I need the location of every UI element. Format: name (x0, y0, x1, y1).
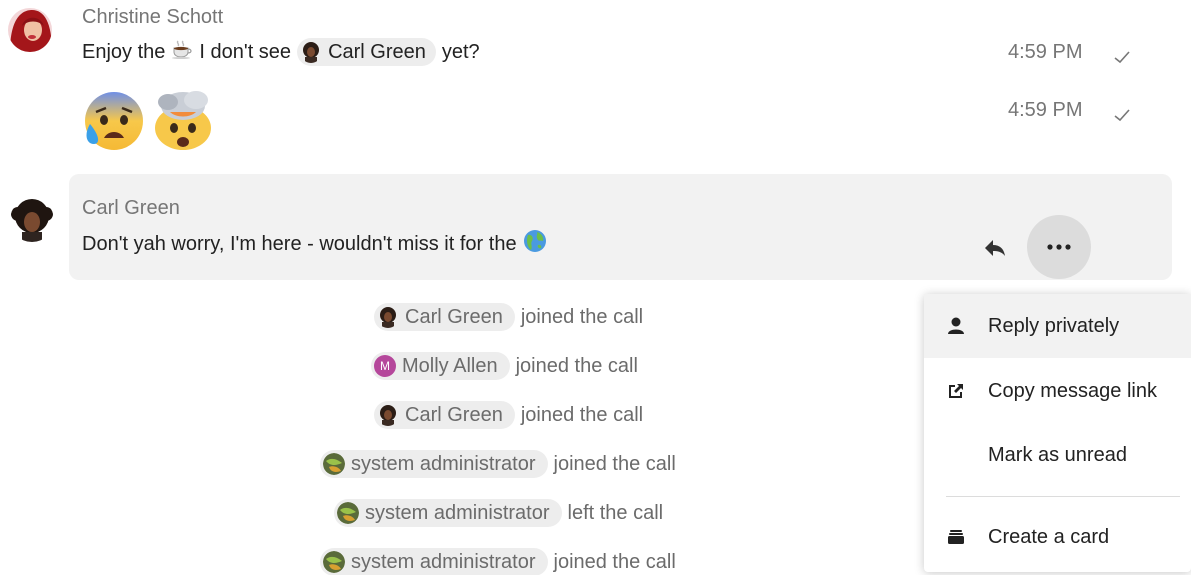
mention-label: Carl Green (328, 40, 426, 63)
message-text: Enjoy the I don't see Carl Green yet? (82, 36, 480, 68)
reply-icon (985, 240, 1005, 256)
avatar-molly-allen: M (374, 355, 396, 377)
mention-chip[interactable]: system administrator (320, 450, 548, 478)
avatar-carl-green (377, 404, 399, 426)
system-action: joined the call (515, 354, 638, 377)
avatar-carl-green[interactable] (10, 198, 54, 242)
system-message: system administrator joined the call (320, 546, 676, 575)
system-action: joined the call (553, 550, 676, 573)
mention-label: system administrator (365, 501, 550, 524)
menu-item-label: Create a card (988, 525, 1110, 548)
menu-item-label: Reply privately (988, 314, 1120, 337)
menu-item-create-a-card[interactable]: Create a card (924, 505, 1191, 569)
avatar-system-administrator (323, 453, 345, 475)
chat-view: Christine Schott Enjoy the I don't see C… (0, 0, 1191, 575)
coffee-icon (171, 39, 193, 65)
system-message: Carl Green joined the call (374, 399, 643, 431)
message-text-part: Enjoy the (82, 40, 166, 63)
avatar-system-administrator (337, 502, 359, 524)
avatar-initial: M (380, 359, 390, 373)
emoji-exploding-head (150, 90, 216, 157)
globe-icon (523, 229, 547, 259)
more-actions-button[interactable] (1027, 215, 1091, 279)
menu-pointer (1046, 281, 1072, 294)
mention-chip[interactable]: system administrator (334, 499, 562, 527)
mention-chip[interactable]: Carl Green (297, 38, 436, 66)
avatar-christine-schott[interactable] (8, 8, 52, 52)
user-icon (924, 316, 988, 336)
message-time: 4:59 PM (1008, 99, 1083, 121)
avatar-system-administrator (323, 551, 345, 573)
external-link-icon (924, 381, 988, 401)
reply-button[interactable] (975, 228, 1015, 268)
author-name: Christine Schott (82, 6, 224, 28)
message-time: 4:59 PM (1008, 41, 1083, 63)
system-message: Carl Green joined the call (374, 301, 643, 333)
message-actions-menu: Reply privately Copy message link Mark a… (924, 294, 1191, 572)
mention-chip[interactable]: M Molly Allen (371, 352, 510, 380)
system-action: left the call (567, 501, 664, 524)
emoji-anxious-face-with-sweat (82, 90, 146, 157)
avatar-carl-green (300, 41, 323, 63)
mention-label: Carl Green (405, 403, 503, 426)
mention-label: Carl Green (405, 305, 503, 328)
sent-check-icon (1114, 109, 1130, 122)
menu-divider (946, 496, 1180, 497)
mention-label: system administrator (351, 550, 536, 573)
mention-label: system administrator (351, 452, 536, 475)
avatar-carl-green (377, 306, 399, 328)
more-horizontal-icon (1047, 244, 1071, 250)
message-text: Don't yah worry, I'm here - wouldn't mis… (82, 228, 553, 260)
mention-chip[interactable]: Carl Green (374, 401, 515, 429)
system-action: joined the call (520, 305, 644, 328)
message-text-part: I don't see (199, 40, 292, 63)
mention-label: Molly Allen (402, 354, 498, 377)
sent-check-icon (1114, 51, 1130, 64)
mention-chip[interactable]: Carl Green (374, 303, 515, 331)
deck-icon (924, 527, 988, 547)
menu-item-mark-as-unread[interactable]: Mark as unread (924, 423, 1191, 487)
menu-item-label: Copy message link (988, 379, 1157, 402)
message-text-part: yet? (441, 40, 480, 63)
author-name: Carl Green (82, 197, 180, 219)
menu-item-reply-privately[interactable]: Reply privately (924, 294, 1191, 358)
menu-item-label: Mark as unread (988, 443, 1127, 466)
system-message: M Molly Allen joined the call (371, 350, 638, 382)
system-action: joined the call (520, 403, 644, 426)
menu-item-copy-message-link[interactable]: Copy message link (924, 359, 1191, 423)
mention-chip[interactable]: system administrator (320, 548, 548, 575)
system-action: joined the call (553, 452, 676, 475)
system-message: system administrator joined the call (320, 448, 676, 480)
system-message: system administrator left the call (334, 497, 663, 529)
message-text-part: Don't yah worry, I'm here - wouldn't mis… (82, 232, 517, 255)
